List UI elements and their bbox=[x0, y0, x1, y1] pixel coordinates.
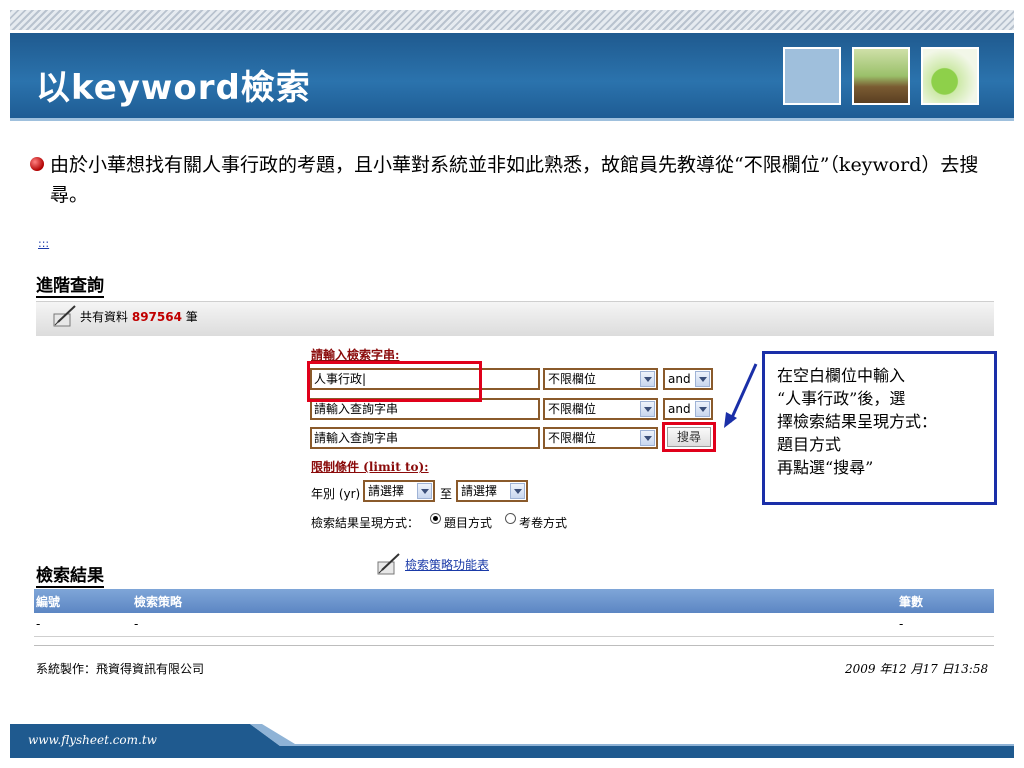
record-count-number: 897564 bbox=[131, 310, 182, 324]
decor-thumbnail-blue bbox=[783, 47, 841, 105]
callout-line: 在空白欄位中輸入 bbox=[777, 366, 906, 385]
highlight-search-button-box bbox=[662, 422, 716, 452]
radio-paper-mode-label: 考卷方式 bbox=[519, 516, 568, 530]
callout-arrow-icon bbox=[724, 363, 758, 428]
bullet-text: 由於小華想找有關人事行政的考題，且小華對系統並非如此熟悉，故館員先教導從“不限欄… bbox=[50, 154, 979, 206]
bullet-icon bbox=[30, 157, 44, 171]
callout-line: “人事行政”後，選 bbox=[777, 389, 906, 408]
chevron-down-icon bbox=[640, 430, 655, 446]
callout-line: 擇檢索結果呈現方式： bbox=[777, 412, 938, 431]
display-mode-label: 檢索結果呈現方式： bbox=[311, 516, 420, 530]
column-header-number: 編號 bbox=[36, 595, 61, 609]
slide-title: 以keyword檢索 bbox=[36, 68, 311, 108]
top-stripe bbox=[10, 10, 1014, 30]
radio-title-mode-label: 題目方式 bbox=[444, 516, 493, 530]
highlight-query-box bbox=[307, 361, 482, 402]
instruction-callout: 在空白欄位中輸入 “人事行政”後，選 擇檢索結果呈現方式： 題目方式 再點選“搜… bbox=[762, 351, 997, 505]
column-header-count: 筆數 bbox=[899, 595, 924, 609]
operator-select-2[interactable]: and bbox=[663, 398, 713, 420]
table-row bbox=[34, 614, 994, 637]
decor-thumbnail-sprout bbox=[852, 47, 910, 105]
pen-icon bbox=[377, 553, 400, 575]
table-cell: - bbox=[36, 617, 41, 631]
column-header-strategy: 檢索策略 bbox=[134, 595, 183, 609]
nav-dots-link[interactable]: ::: bbox=[38, 237, 49, 250]
chevron-down-icon bbox=[695, 401, 710, 417]
footer-credit: 系統製作：飛資得資訊有限公司 bbox=[36, 662, 205, 676]
callout-line: 題目方式 bbox=[777, 435, 842, 454]
footer-url: www.flysheet.com.tw bbox=[28, 733, 157, 747]
results-heading: 檢索結果 bbox=[36, 561, 104, 588]
table-cell: - bbox=[134, 617, 139, 631]
table-cell: - bbox=[899, 617, 904, 631]
footer-band bbox=[10, 724, 1014, 758]
year-label: 年別 (yr) bbox=[311, 487, 361, 501]
advanced-search-heading: 進階查詢 bbox=[36, 271, 104, 298]
year-from-select[interactable]: 請選擇 bbox=[363, 480, 435, 502]
chevron-down-icon bbox=[417, 483, 432, 499]
callout-line: 再點選“搜尋” bbox=[777, 458, 874, 477]
radio-paper-mode[interactable] bbox=[505, 513, 516, 524]
field-select-2[interactable]: 不限欄位 bbox=[543, 398, 658, 420]
field-select-1[interactable]: 不限欄位 bbox=[543, 368, 658, 390]
chevron-down-icon bbox=[510, 483, 525, 499]
radio-title-mode[interactable] bbox=[430, 513, 441, 524]
pen-icon bbox=[53, 305, 76, 327]
decor-thumbnail-leaf bbox=[921, 47, 979, 105]
table-divider bbox=[34, 645, 994, 646]
record-count: 共有資料 897564 筆 bbox=[80, 310, 198, 324]
chevron-down-icon bbox=[640, 401, 655, 417]
field-select-3[interactable]: 不限欄位 bbox=[543, 427, 658, 449]
chevron-down-icon bbox=[640, 371, 655, 387]
year-to-label: 至 bbox=[440, 487, 453, 501]
limit-label: 限制條件 (limit to): bbox=[311, 460, 429, 474]
footer-timestamp: 2009 年12 月17 日13:58 bbox=[845, 662, 989, 676]
query-input-3[interactable]: 請輸入查詢字串 bbox=[310, 427, 540, 449]
strategy-menu-link[interactable]: 檢索策略功能表 bbox=[405, 556, 489, 573]
chevron-down-icon bbox=[695, 371, 710, 387]
year-to-select[interactable]: 請選擇 bbox=[456, 480, 528, 502]
operator-select-1[interactable]: and bbox=[663, 368, 713, 390]
